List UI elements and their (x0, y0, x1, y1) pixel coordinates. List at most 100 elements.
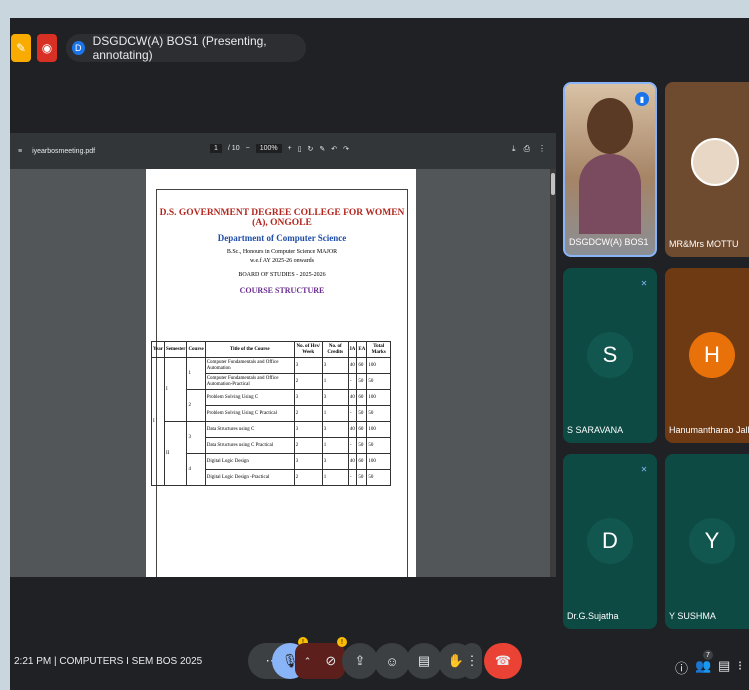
ia-cell: - (347, 405, 358, 422)
chevron-up-icon[interactable]: ⌃ (304, 656, 312, 667)
ea-cell: 50 (356, 405, 368, 422)
hours-cell: 3 (293, 453, 323, 470)
more-icon[interactable]: ⋮ (538, 144, 546, 154)
total-cell: 100 (366, 389, 391, 406)
meeting-name: COMPUTERS I SEM BOS 2025 (59, 656, 203, 667)
notes-icon[interactable]: ✎ (11, 34, 31, 62)
ia-cell: 40 (347, 357, 358, 374)
camera-off-icon[interactable]: ⊘ (325, 653, 336, 669)
hours-cell: 3 (293, 357, 323, 374)
participant-tile[interactable]: S ✕ S SARAVANA (563, 268, 657, 443)
activities-icon[interactable]: ⁝ (738, 658, 742, 674)
annotate-icon[interactable]: ✎ (319, 145, 325, 153)
participant-name: Dr.G.Sujatha (567, 611, 619, 621)
participant-tile[interactable]: D ✕ Dr.G.Sujatha (563, 454, 657, 629)
ia-cell: - (347, 469, 358, 486)
zoom-in-button[interactable]: + (288, 145, 292, 152)
course-title: Problem Solving Using C Practical (204, 405, 295, 422)
table-row: II 3 Data Structures using C 3 3 40 60 1… (152, 421, 391, 486)
reactions-button[interactable]: ☺ (374, 643, 410, 679)
participant-tile[interactable]: ▮ DSGDCW(A) BOS1 (563, 82, 657, 257)
hours-cell: 2 (293, 469, 323, 486)
top-bar: ✎ ◉ D DSGDCW(A) BOS1 (Presenting, annota… (10, 18, 749, 78)
present-button[interactable]: ⇪ (342, 643, 378, 679)
ea-cell: 60 (356, 421, 368, 438)
chat-icon[interactable]: ▤ (718, 658, 730, 674)
speaking-icon: ▮ (635, 92, 649, 106)
undo-icon[interactable]: ↶ (331, 145, 337, 153)
table-header: Title of the Course (204, 341, 295, 358)
credits-cell: 3 (321, 453, 349, 470)
participant-avatar: H (689, 332, 735, 378)
participant-body (579, 154, 641, 234)
meet-window: ✎ ◉ D DSGDCW(A) BOS1 (Presenting, annota… (10, 18, 749, 690)
download-icon[interactable]: ⤓ (512, 144, 516, 154)
end-call-icon: ☎ (494, 653, 512, 668)
fit-page-icon[interactable]: ▯ (298, 145, 302, 153)
zoom-level[interactable]: 100% (255, 144, 282, 153)
page-total: / 10 (227, 145, 240, 152)
participant-name: DSGDCW(A) BOS1 (569, 237, 649, 247)
scrollbar-thumb[interactable] (551, 173, 555, 195)
board-of-studies: BOARD OF STUDIES - 2025-2026 (238, 272, 326, 278)
redo-icon[interactable]: ↷ (343, 145, 349, 153)
rotate-icon[interactable]: ↻ (308, 145, 314, 153)
participant-tile[interactable]: H Hanumantharao Jalla (665, 268, 749, 443)
participant-avatar: D (587, 518, 633, 564)
table-header: Course (186, 341, 206, 358)
ea-cell: 60 (356, 357, 368, 374)
pdf-actions: ⤓ ⎙ ⋮ (512, 144, 546, 154)
course-title: Data Structures using C Practical (204, 437, 295, 454)
people-icon[interactable]: 👥 (695, 658, 711, 674)
table-row: I I 1 Computer Fundamentals and Office A… (151, 357, 391, 486)
credits-cell: 3 (321, 421, 349, 438)
muted-icon: ✕ (640, 464, 648, 474)
credits-cell: 1 (321, 437, 349, 454)
course-title: Data Structures using C (204, 421, 295, 438)
bottom-bar: 2:21 PM | COMPUTERS I SEM BOS 2025 ⋯ 🎙 !… (10, 630, 749, 690)
hours-cell: 2 (293, 437, 323, 454)
screen-share: ≡ iyearbosmeeting.pdf 1 / 10 − 100% + ▯ … (10, 133, 556, 577)
presenting-indicator[interactable]: D DSGDCW(A) BOS1 (Presenting, annotating… (66, 34, 306, 62)
info-icon[interactable]: ⓘ (675, 658, 688, 677)
course-table: Year Semester Course Title of the Course… (151, 341, 391, 486)
table-header: Year (151, 341, 165, 358)
participant-name: Hanumantharao Jalla (669, 425, 749, 435)
credits-cell: 3 (321, 357, 349, 374)
pdf-viewer[interactable]: D.S. GOVERNMENT DEGREE COLLEGE FOR WOMEN… (10, 169, 556, 577)
participant-name: MR&Mrs MOTTU (669, 239, 739, 249)
print-icon[interactable]: ⎙ (524, 144, 530, 154)
ea-cell: 60 (356, 389, 368, 406)
ea-cell: 50 (356, 469, 368, 486)
course-title: Computer Fundamentals and Office Automat… (204, 357, 295, 374)
course-title: Digital Logic Design (204, 453, 295, 470)
record-icon[interactable]: ◉ (37, 34, 57, 62)
menu-icon[interactable]: ≡ (18, 148, 22, 155)
course-title: Problem Solving Using C (204, 389, 295, 406)
ea-cell: 50 (356, 373, 368, 390)
presenter-avatar: D (72, 41, 85, 55)
credits-cell: 1 (321, 373, 349, 390)
table-header: Semester (163, 341, 188, 358)
participant-tile[interactable]: MR&Mrs MOTTU (665, 82, 749, 257)
ia-cell: 40 (347, 389, 358, 406)
zoom-out-button[interactable]: − (246, 145, 250, 152)
participant-video (587, 98, 633, 154)
more-options-button[interactable]: ⋮ (462, 643, 482, 679)
camera-toggle-button[interactable]: ⌃ ⊘ ! (295, 637, 347, 679)
course-cell: 1 (186, 357, 206, 390)
participant-tile[interactable]: Y Y SUSHMA (665, 454, 749, 629)
year-cell: I (151, 357, 165, 486)
credits-cell: 1 (321, 469, 349, 486)
ia-cell: - (347, 373, 358, 390)
table-header-row: Year Semester Course Title of the Course… (151, 341, 391, 358)
pdf-controls: 1 / 10 − 100% + ▯ ↻ ✎ ↶ ↷ (210, 144, 349, 153)
leave-call-button[interactable]: ☎ (484, 643, 522, 679)
meeting-info: 2:21 PM | COMPUTERS I SEM BOS 2025 (14, 656, 202, 667)
ea-cell: 60 (356, 453, 368, 470)
captions-button[interactable]: ▤ (406, 643, 442, 679)
pdf-scrollbar[interactable] (550, 169, 556, 577)
page-number-input[interactable]: 1 (210, 144, 222, 153)
hours-cell: 3 (293, 421, 323, 438)
table-header: EA (356, 341, 368, 358)
